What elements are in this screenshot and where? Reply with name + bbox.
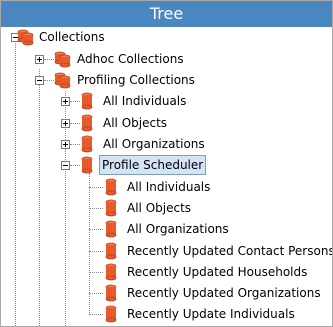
tree-node-scheduler-all-individuals[interactable]: All Individuals [1,177,332,197]
tree-node-scheduler-all-organizations[interactable]: All Organizations [1,219,332,239]
database-cylinder-icon [81,92,93,110]
database-cylinder-icon [105,242,117,260]
tree-node-scheduler-all-objects[interactable]: All Objects [1,198,332,218]
tree-node-label[interactable]: All Individuals [101,91,188,111]
tree-node-label[interactable]: Profiling Collections [75,70,197,90]
database-cylinder-icon [105,263,117,281]
tree-node-collections[interactable]: Collections [1,27,332,47]
database-stack-icon [17,29,34,46]
database-stack-icon [54,72,71,89]
expand-icon[interactable] [61,97,70,106]
tree-node-label[interactable]: All Organizations [101,134,207,154]
expand-icon[interactable] [35,55,44,64]
collapse-icon[interactable] [35,76,44,85]
tree-node-label[interactable]: Recently Updated Households [125,262,309,282]
tree-node-scheduler-recent-organizations[interactable]: Recently Updated Organizations [1,283,332,303]
tree-node-profile-scheduler[interactable]: Profile Scheduler [1,155,332,175]
tree-node-scheduler-recent-households[interactable]: Recently Updated Households [1,262,332,282]
tree-node-scheduler-recent-contact-persons[interactable]: Recently Updated Contact Persons [1,241,332,261]
database-cylinder-icon [81,156,93,174]
tree-node-scheduler-recent-individuals[interactable]: Recently Update Individuals [1,304,332,324]
tree-node-profiling-all-objects[interactable]: All Objects [1,113,332,133]
database-cylinder-icon [105,199,117,217]
tree-node-label[interactable]: All Individuals [125,177,212,197]
tree-view[interactable]: Collections Adhoc Collections Profiling … [1,27,332,326]
database-cylinder-icon [105,284,117,302]
expand-icon[interactable] [61,119,70,128]
tree-node-profiling-collections[interactable]: Profiling Collections [1,70,332,90]
tree-node-profiling-all-individuals[interactable]: All Individuals [1,91,332,111]
tree-node-label[interactable]: All Objects [101,113,169,133]
tree-node-adhoc-collections[interactable]: Adhoc Collections [1,49,332,69]
tree-node-label[interactable]: Adhoc Collections [75,49,186,69]
tree-panel: Tree Collections Adhoc Collections Profi… [0,0,333,327]
expand-icon[interactable] [61,140,70,149]
tree-node-label[interactable]: Recently Update Individuals [125,304,297,324]
tree-node-label[interactable]: Recently Updated Organizations [125,283,323,303]
tree-node-label[interactable]: Recently Updated Contact Persons [125,241,332,261]
database-cylinder-icon [105,220,117,238]
tree-node-label[interactable]: Collections [37,27,107,47]
tree-node-profiling-all-organizations[interactable]: All Organizations [1,134,332,154]
database-cylinder-icon [81,135,93,153]
collapse-icon[interactable] [61,161,70,170]
tree-node-label[interactable]: All Objects [125,198,193,218]
database-cylinder-icon [81,114,93,132]
tree-node-label-selected[interactable]: Profile Scheduler [99,155,207,175]
tree-node-label[interactable]: All Organizations [125,219,231,239]
database-cylinder-icon [105,178,117,196]
database-cylinder-icon [105,305,117,323]
panel-title: Tree [1,1,332,27]
database-stack-icon [54,51,71,68]
